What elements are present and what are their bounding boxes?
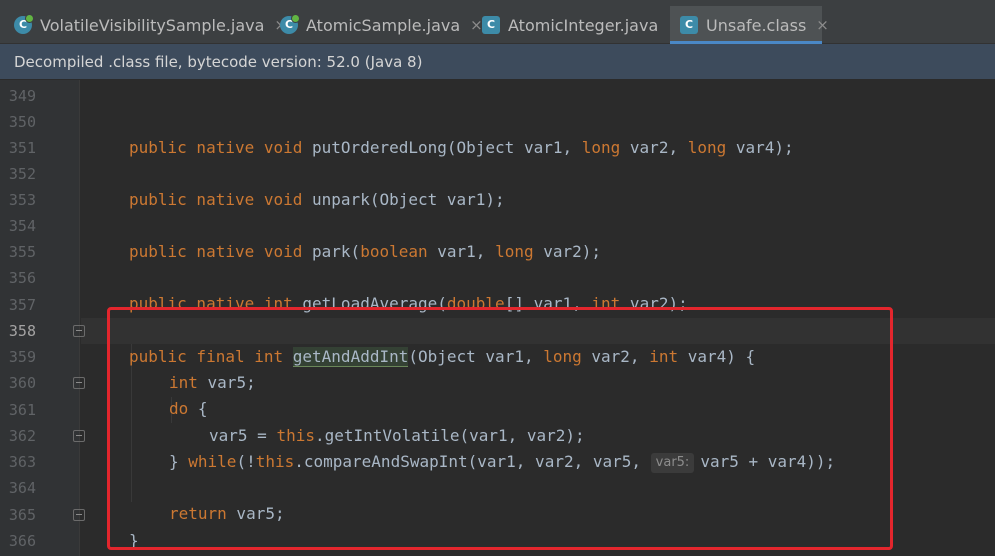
java-class-icon: C xyxy=(280,14,300,34)
line-number: 365 xyxy=(8,506,36,524)
tab-label: AtomicSample.java xyxy=(306,15,461,35)
line-number: 356 xyxy=(8,269,36,287)
line-number: 353 xyxy=(8,191,36,209)
line-number: 362 xyxy=(8,427,36,445)
tab-unsafe-class[interactable]: C Unsafe.class × xyxy=(670,6,829,44)
tab-label: VolatileVisibilitySample.java xyxy=(40,15,265,35)
line-number: 357 xyxy=(8,296,36,314)
line-number: 354 xyxy=(8,217,36,235)
line-number: 359 xyxy=(8,348,36,366)
editor-tab-bar: C VolatileVisibilitySample.java × C Atom… xyxy=(0,0,995,44)
line-number: 351 xyxy=(8,139,36,157)
highlight-annotation-box xyxy=(107,307,893,550)
line-number: 355 xyxy=(8,243,36,261)
line-number: 366 xyxy=(8,532,36,550)
code-line-352: public native void unpark(Object var1); xyxy=(129,190,505,209)
decompiled-notice-banner: Decompiled .class file, bytecode version… xyxy=(0,44,995,80)
tab-label: Unsafe.class xyxy=(706,15,807,35)
compiled-class-icon: C xyxy=(680,16,698,34)
code-line-356: public native int getLoadAverage(double[… xyxy=(129,294,688,313)
code-line-350: public native void putOrderedLong(Object… xyxy=(129,138,794,157)
line-number: 361 xyxy=(8,401,36,419)
line-number: 352 xyxy=(8,165,36,183)
java-class-icon: C xyxy=(14,14,34,34)
tab-atomic-sample[interactable]: C AtomicSample.java × xyxy=(270,6,483,44)
tab-label: AtomicInteger.java xyxy=(508,15,659,35)
line-number: 349 xyxy=(8,87,36,105)
line-number-current: 358 xyxy=(8,322,36,340)
code-line-354: public native void park(boolean var1, lo… xyxy=(129,242,602,261)
line-number: 350 xyxy=(8,113,36,131)
line-number: 364 xyxy=(8,479,36,497)
tab-atomic-integer[interactable]: C AtomicInteger.java × xyxy=(470,6,681,44)
line-number: 363 xyxy=(8,453,36,471)
tab-volatile-visibility-sample[interactable]: C VolatileVisibilitySample.java × xyxy=(0,6,287,44)
close-icon[interactable]: × xyxy=(816,16,829,34)
line-number: 360 xyxy=(8,374,36,392)
compiled-class-icon: C xyxy=(482,16,500,34)
